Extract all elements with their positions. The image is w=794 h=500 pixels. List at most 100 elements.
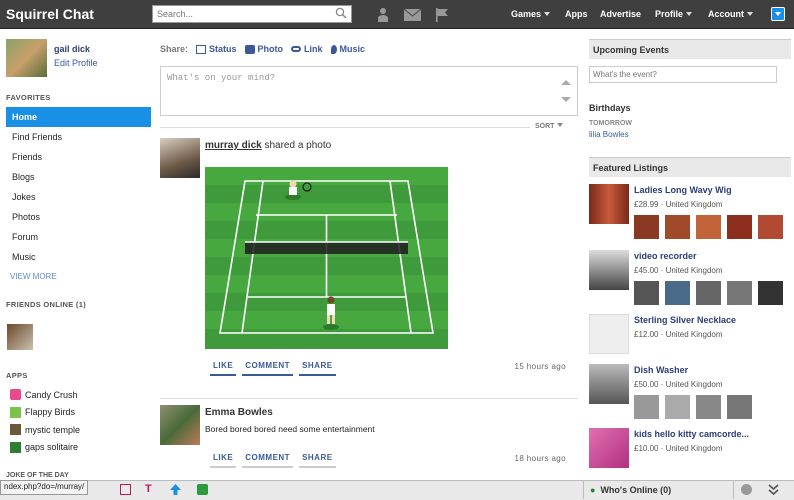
menu-dropdown-button[interactable] [771, 7, 785, 21]
post-action-text: shared a photo [261, 140, 332, 151]
notifications-flag-icon[interactable] [435, 8, 449, 22]
listing-thumbnail[interactable] [634, 395, 659, 419]
sidebar-item-photos[interactable]: Photos [6, 207, 151, 227]
post-author-link[interactable]: Emma Bowles [205, 407, 273, 418]
listing-thumbnail[interactable] [665, 281, 690, 305]
listing-thumbnail[interactable] [696, 281, 721, 305]
nav-profile[interactable]: Profile [655, 9, 693, 19]
status-placeholder: What's on your mind? [167, 73, 276, 83]
messages-icon[interactable] [404, 9, 421, 21]
candy-crush-icon [10, 389, 21, 401]
listing-title[interactable]: Ladies Long Wavy Wig [634, 185, 732, 195]
sidebar-item-jokes[interactable]: Jokes [6, 187, 151, 207]
nav-games[interactable]: Games [511, 9, 551, 19]
listing-thumbnail[interactable] [727, 395, 752, 419]
post-header: Emma Bowles [205, 407, 273, 418]
upcoming-events-heading: Upcoming Events [589, 39, 791, 59]
friend-requests-icon[interactable] [376, 7, 390, 22]
post-actions: LIKE COMMENT SHARE [210, 361, 336, 376]
like-button[interactable]: LIKE [210, 361, 237, 376]
listing-thumbnail[interactable] [758, 215, 783, 239]
listing-title[interactable]: video recorder [634, 251, 697, 261]
view-more-link[interactable]: VIEW MORE [10, 272, 57, 281]
whos-online-button[interactable]: ● Who's Online (0) [583, 481, 734, 499]
gallery-icon[interactable] [120, 484, 131, 495]
listing-image[interactable] [589, 314, 629, 354]
listing-item[interactable]: Ladies Long Wavy Wig £28.99 · United Kin… [589, 184, 794, 242]
comment-button[interactable]: COMMENT [242, 453, 294, 468]
listing-thumbnail[interactable] [696, 215, 721, 239]
share-green-icon[interactable] [197, 484, 208, 495]
sidebar-item-home[interactable]: Home [6, 107, 151, 127]
listing-thumbnail[interactable] [696, 395, 721, 419]
share-button[interactable]: SHARE [299, 361, 336, 376]
listing-image[interactable] [589, 250, 629, 290]
like-button[interactable]: LIKE [210, 453, 237, 468]
status-input[interactable]: What's on your mind? [160, 66, 578, 116]
listing-thumbnail[interactable] [665, 395, 690, 419]
sort-divider [160, 127, 530, 128]
app-item-flappy-birds[interactable]: Flappy Birds [10, 404, 80, 422]
listing-image[interactable] [589, 364, 629, 404]
collapse-down-icon[interactable] [768, 484, 779, 495]
sidebar-item-music[interactable]: Music [6, 247, 151, 267]
post-author-link[interactable]: murray dick [205, 140, 262, 151]
app-item-gaps-solitaire[interactable]: gaps solitaire [10, 439, 80, 457]
listing-thumbnail[interactable] [634, 215, 659, 239]
online-friend-avatar[interactable] [7, 324, 33, 350]
user-name[interactable]: gail dick [54, 44, 90, 54]
post-author-avatar[interactable] [160, 405, 200, 445]
share-music-tab[interactable]: Music [330, 44, 365, 54]
listing-thumbnail[interactable] [758, 281, 783, 305]
share-photo-tab[interactable]: Photo [244, 44, 283, 54]
chevron-down-icon [747, 12, 753, 16]
birthday-person-link[interactable]: lilia Bowles [589, 130, 629, 139]
nav-apps[interactable]: Apps [565, 9, 588, 19]
listing-title[interactable]: Dish Washer [634, 365, 688, 375]
post-author-avatar[interactable] [160, 138, 200, 178]
nav-account[interactable]: Account [708, 9, 753, 19]
feed-post: Emma Bowles Bored bored bored need some … [160, 405, 578, 475]
listing-title[interactable]: kids hello kitty camcorde... [634, 429, 749, 439]
share-button[interactable]: SHARE [299, 453, 336, 468]
scroll-up-icon[interactable] [561, 80, 571, 85]
nav-advertise[interactable]: Advertise [600, 9, 641, 19]
sort-dropdown[interactable]: SORT [535, 123, 564, 130]
share-link-tab[interactable]: Link [291, 44, 323, 54]
event-input[interactable] [589, 66, 777, 83]
app-logo[interactable]: Squirrel Chat [6, 6, 94, 22]
search-input[interactable] [152, 5, 352, 23]
listing-item[interactable]: video recorder £45.00 · United Kingdom [589, 250, 794, 308]
app-item-mystic-temple[interactable]: mystic temple [10, 421, 80, 439]
sidebar-item-find-friends[interactable]: Find Friends [6, 127, 151, 147]
listing-meta: £28.99 · United Kingdom [634, 200, 723, 209]
sidebar-item-friends[interactable]: Friends [6, 147, 151, 167]
listing-title[interactable]: Sterling Silver Necklace [634, 315, 736, 325]
app-item-candy-crush[interactable]: Candy Crush [10, 386, 80, 404]
comment-button[interactable]: COMMENT [242, 361, 294, 376]
upload-arrow-icon[interactable] [170, 484, 181, 495]
text-format-icon[interactable]: T [145, 484, 156, 495]
user-avatar[interactable] [6, 39, 47, 77]
sidebar-item-blogs[interactable]: Blogs [6, 167, 151, 187]
favorites-list: Home Find Friends Friends Blogs Jokes Ph… [6, 107, 151, 267]
listing-thumbnail[interactable] [665, 215, 690, 239]
listing-item[interactable]: Sterling Silver Necklace £12.00 · United… [589, 314, 794, 358]
listing-thumbnail[interactable] [727, 215, 752, 239]
listing-meta: £45.00 · United Kingdom [634, 266, 723, 275]
scroll-down-icon[interactable] [561, 97, 571, 102]
listing-thumbnail[interactable] [727, 281, 752, 305]
settings-gear-icon[interactable] [741, 484, 752, 495]
listing-image[interactable] [589, 184, 629, 224]
edit-profile-link[interactable]: Edit Profile [54, 58, 98, 68]
listing-thumbnail[interactable] [634, 281, 659, 305]
apps-heading: APPS [6, 371, 28, 380]
sidebar-item-forum[interactable]: Forum [6, 227, 151, 247]
search-icon[interactable] [335, 7, 347, 19]
post-photo-tennis-game[interactable] [205, 167, 448, 349]
listing-item[interactable]: Dish Washer £50.00 · United Kingdom [589, 364, 794, 422]
share-status-tab[interactable]: Status [196, 44, 237, 54]
listing-image[interactable] [589, 428, 629, 468]
listing-item[interactable]: kids hello kitty camcorde... £10.00 · Un… [589, 428, 794, 472]
post-divider [160, 398, 578, 399]
